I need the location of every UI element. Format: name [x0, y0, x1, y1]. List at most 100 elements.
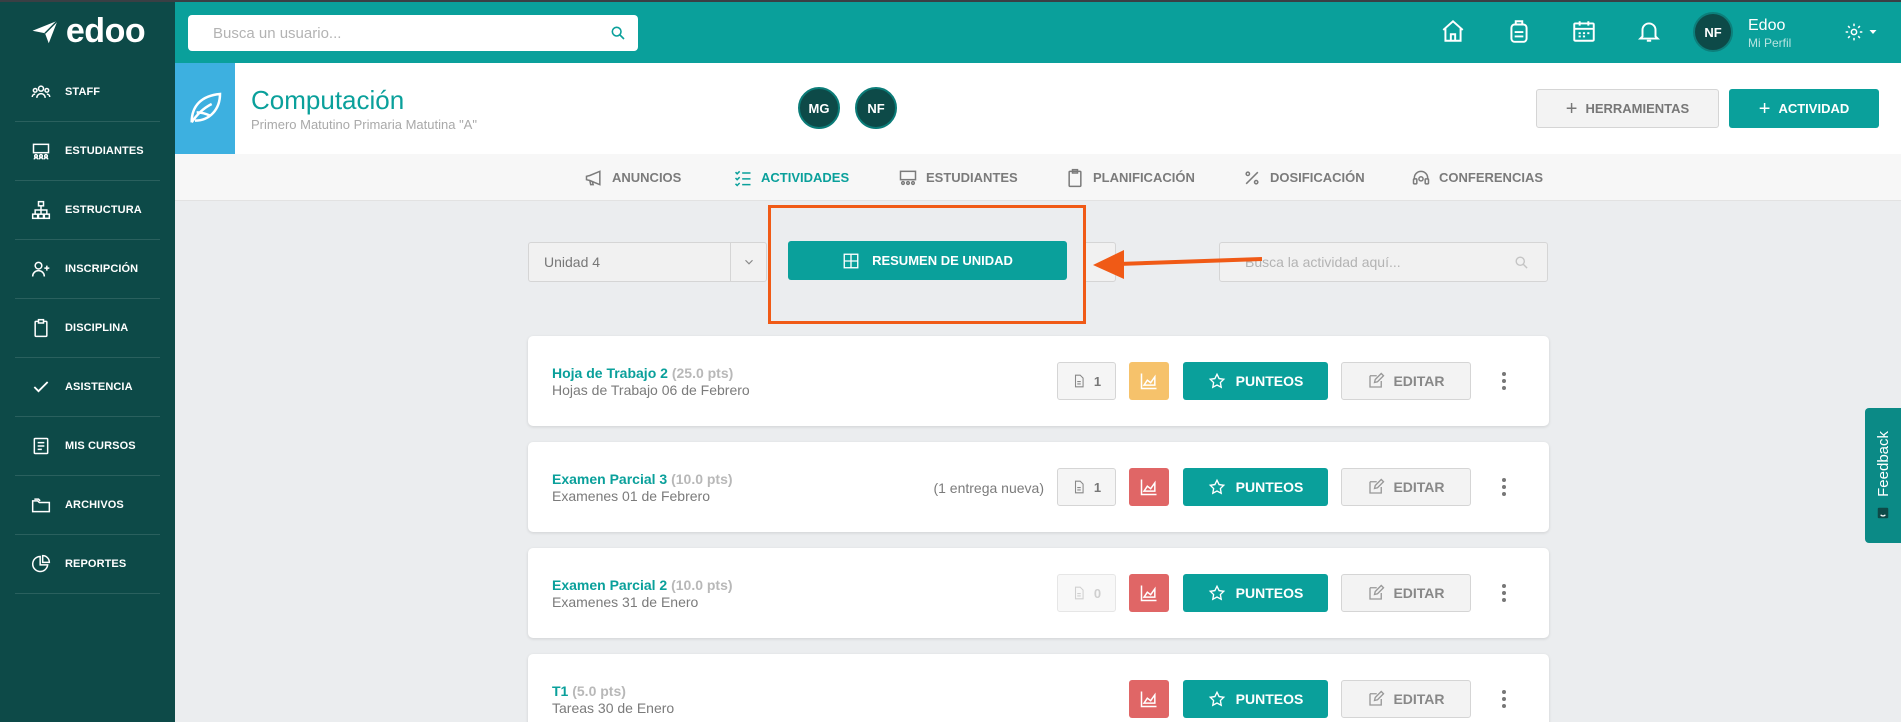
edit-button[interactable]: EDITAR [1341, 362, 1471, 400]
activity-title-text: Examen Parcial 3 [552, 471, 668, 487]
sidebar-item-reportes[interactable]: REPORTES [15, 535, 160, 594]
area-chart-icon [1140, 585, 1157, 602]
megaphone-icon [585, 169, 601, 186]
activity-title-text: Hoja de Trabajo 2 [552, 365, 668, 381]
grades-button[interactable]: PUNTEOS [1183, 574, 1328, 612]
kebab-menu-icon[interactable] [1494, 472, 1514, 502]
attachments-button[interactable]: 0 [1057, 574, 1116, 612]
tab-label: ANUNCIOS [612, 170, 682, 185]
sidebar-item-label: MIS CURSOS [65, 440, 136, 452]
stats-button[interactable] [1129, 680, 1169, 718]
add-user-icon [31, 261, 50, 277]
sidebar-item-archivos[interactable]: ARCHIVOS [15, 476, 160, 535]
activity-card: T1 (5.0 pts) Tareas 30 de Enero PUNTEOS … [528, 654, 1549, 722]
top-border [0, 0, 1901, 2]
stats-button[interactable] [1129, 574, 1169, 612]
sidebar-item-label: STAFF [65, 86, 101, 98]
kebab-menu-icon[interactable] [1494, 578, 1514, 608]
area-chart-icon [1140, 373, 1157, 390]
calendar-icon[interactable] [1571, 18, 1597, 44]
activity-title[interactable]: Examen Parcial 3 (10.0 pts) [552, 471, 733, 487]
plus-icon: + [1758, 97, 1771, 120]
avatar[interactable]: NF [1693, 12, 1733, 52]
activity-points: (10.0 pts) [671, 577, 733, 593]
document-icon [1074, 374, 1084, 388]
tab-anuncios[interactable]: ANUNCIOS [584, 154, 681, 201]
search-icon[interactable] [610, 25, 626, 41]
edit-button[interactable]: EDITAR [1341, 574, 1471, 612]
page-title: Computación [251, 85, 405, 115]
activity-subtitle: Examenes 01 de Febrero [552, 488, 710, 504]
course-icon [175, 63, 235, 154]
user-search-input[interactable] [213, 24, 610, 42]
course-header: Computación Primero Matutino Primaria Ma… [175, 63, 1901, 154]
unit-select[interactable]: Unidad 4 [528, 242, 767, 282]
backpack-icon[interactable] [1506, 18, 1532, 44]
grades-button[interactable]: PUNTEOS [1183, 468, 1328, 506]
attachments-button[interactable]: 1 [1057, 362, 1116, 400]
teacher-avatar[interactable]: MG [798, 87, 840, 129]
check-icon [33, 381, 49, 393]
add-activity-button[interactable]: + ACTIVIDAD [1729, 89, 1879, 128]
edit-button[interactable]: EDITAR [1341, 680, 1471, 718]
edit-button-label: EDITAR [1393, 373, 1445, 389]
area-chart-icon [1140, 479, 1157, 496]
attachments-count: 1 [1093, 373, 1102, 389]
edit-icon [1369, 690, 1385, 706]
attachments-button[interactable]: 1 [1057, 468, 1116, 506]
search-icon[interactable] [1514, 255, 1529, 270]
logo[interactable]: edoo [0, 0, 175, 63]
course-subtitle: Primero Matutino Primaria Matutina "A" [251, 117, 477, 132]
activity-points: (10.0 pts) [671, 471, 733, 487]
activity-subtitle: Tareas 30 de Enero [552, 700, 675, 716]
bell-icon[interactable] [1636, 18, 1662, 44]
area-chart-icon [1140, 691, 1157, 708]
edit-button-label: EDITAR [1393, 479, 1445, 495]
tab-label: ESTUDIANTES [926, 170, 1018, 185]
sidebar-item-asistencia[interactable]: ASISTENCIA [15, 358, 160, 417]
home-icon[interactable] [1440, 18, 1466, 44]
edit-button[interactable]: EDITAR [1341, 468, 1471, 506]
tab-planificacion[interactable]: PLANIFICACIÓN [1065, 154, 1195, 201]
sidebar-item-label: ARCHIVOS [65, 499, 124, 511]
grades-button[interactable]: PUNTEOS [1183, 680, 1328, 718]
unit-summary-button[interactable]: RESUMEN DE UNIDAD [788, 241, 1067, 280]
edit-button-label: EDITAR [1393, 691, 1445, 707]
sidebar-item-estructura[interactable]: ESTRUCTURA [15, 181, 160, 240]
tab-conferencias[interactable]: CONFERENCIAS [1411, 154, 1543, 201]
activity-title[interactable]: Examen Parcial 2 (10.0 pts) [552, 577, 733, 593]
activity-search-input[interactable] [1245, 254, 1514, 270]
paper-plane-icon [32, 19, 58, 43]
add-activity-button-label: ACTIVIDAD [1778, 101, 1850, 116]
checklist-icon [734, 170, 751, 187]
gear-icon [1845, 23, 1863, 41]
kebab-menu-icon[interactable] [1494, 684, 1514, 714]
students-icon [899, 170, 917, 185]
profile-link[interactable]: Mi Perfil [1748, 36, 1791, 50]
feedback-tab[interactable]: Feedback [1865, 408, 1901, 543]
sidebar-item-disciplina[interactable]: DISCIPLINA [15, 299, 160, 358]
tab-estudiantes[interactable]: ESTUDIANTES [898, 154, 1018, 201]
kebab-menu-icon[interactable] [1494, 366, 1514, 396]
unit-summary-button-label: RESUMEN DE UNIDAD [872, 253, 1013, 268]
activity-subtitle: Hojas de Trabajo 06 de Febrero [552, 382, 750, 398]
sidebar-item-label: DISCIPLINA [65, 322, 129, 334]
stats-button[interactable] [1129, 468, 1169, 506]
sidebar-item-mis-cursos[interactable]: MIS CURSOS [15, 417, 160, 476]
students-icon [32, 143, 50, 160]
more-options-button[interactable] [1083, 242, 1116, 282]
activity-card: Examen Parcial 3 (10.0 pts) Examenes 01 … [528, 442, 1549, 532]
grades-button[interactable]: PUNTEOS [1183, 362, 1328, 400]
activity-title[interactable]: T1 (5.0 pts) [552, 683, 626, 699]
sidebar-item-staff[interactable]: STAFF [15, 63, 160, 122]
tab-dosificacion[interactable]: DOSIFICACIÓN [1242, 154, 1365, 201]
activity-title[interactable]: Hoja de Trabajo 2 (25.0 pts) [552, 365, 733, 381]
settings-menu[interactable] [1844, 22, 1879, 42]
sidebar-item-inscripcion[interactable]: INSCRIPCIÓN [15, 240, 160, 299]
teacher-avatar[interactable]: NF [855, 87, 897, 129]
tools-button[interactable]: + HERRAMIENTAS [1536, 89, 1719, 128]
tab-actividades[interactable]: ACTIVIDADES [733, 154, 849, 201]
sidebar-item-estudiantes[interactable]: ESTUDIANTES [15, 122, 160, 181]
stats-button[interactable] [1129, 362, 1169, 400]
profile-name[interactable]: Edoo [1748, 17, 1785, 35]
